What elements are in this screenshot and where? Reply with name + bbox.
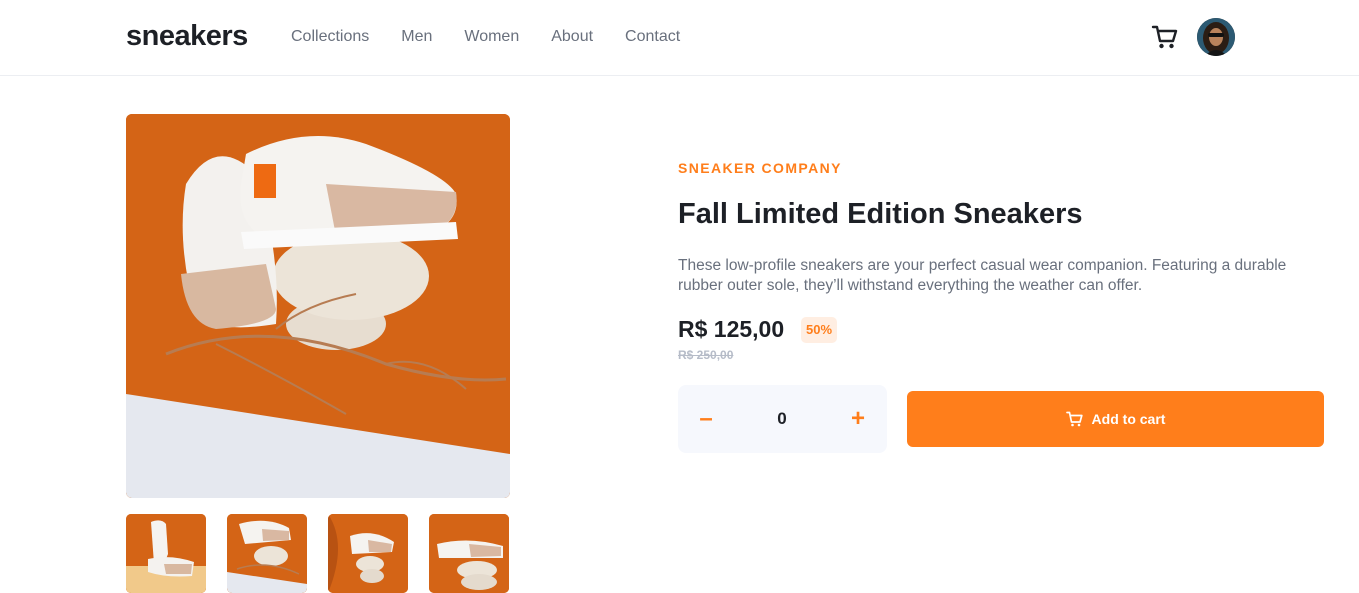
logo[interactable]: sneakers	[126, 20, 248, 53]
nav-link-contact[interactable]: Contact	[625, 28, 680, 46]
nav-link-women[interactable]: Women	[464, 28, 519, 46]
nav-link-about[interactable]: About	[551, 28, 593, 46]
thumbnail-3[interactable]	[328, 514, 408, 593]
thumbnail-4[interactable]	[429, 514, 509, 593]
thumbnail-1[interactable]	[126, 514, 206, 593]
current-price: R$ 125,00	[678, 316, 785, 342]
add-to-cart-button[interactable]: Add to cart	[907, 391, 1324, 447]
quantity-stepper: – 0 +	[678, 385, 887, 453]
original-price: R$ 250,00	[678, 348, 734, 362]
nav-link-men[interactable]: Men	[401, 28, 432, 46]
site-header: sneakers Collections Men Women About Con…	[0, 0, 1359, 76]
thumbnail-2[interactable]	[227, 514, 307, 593]
discount-badge: 50%	[801, 317, 837, 343]
cart-icon[interactable]	[1151, 23, 1179, 51]
product-main-image[interactable]	[126, 114, 510, 498]
cart-icon	[1065, 411, 1083, 427]
main-nav: Collections Men Women About Contact	[291, 28, 712, 46]
product-title: Fall Limited Edition Sneakers	[678, 198, 1083, 230]
add-to-cart-label: Add to cart	[1091, 411, 1166, 427]
avatar[interactable]	[1197, 18, 1235, 56]
quantity-increase-button[interactable]: +	[846, 407, 870, 431]
quantity-decrease-button[interactable]: –	[694, 407, 718, 431]
product-description: These low-profile sneakers are your perf…	[678, 257, 1287, 294]
quantity-value: 0	[777, 409, 787, 428]
company-name: SNEAKER COMPANY	[678, 160, 842, 176]
nav-link-collections[interactable]: Collections	[291, 28, 369, 46]
thumbnail-strip	[126, 514, 530, 593]
